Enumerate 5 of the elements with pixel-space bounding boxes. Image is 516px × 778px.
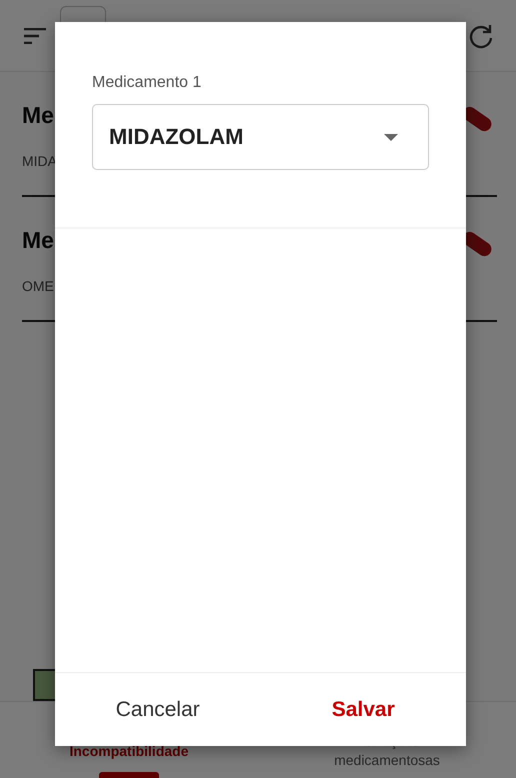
card-title: Me [22, 102, 54, 129]
card-subtitle: MIDA [22, 153, 57, 169]
field-label: Medicamento 1 [92, 74, 202, 92]
card-subtitle: OME [22, 278, 54, 294]
card-title: Me [22, 227, 54, 254]
